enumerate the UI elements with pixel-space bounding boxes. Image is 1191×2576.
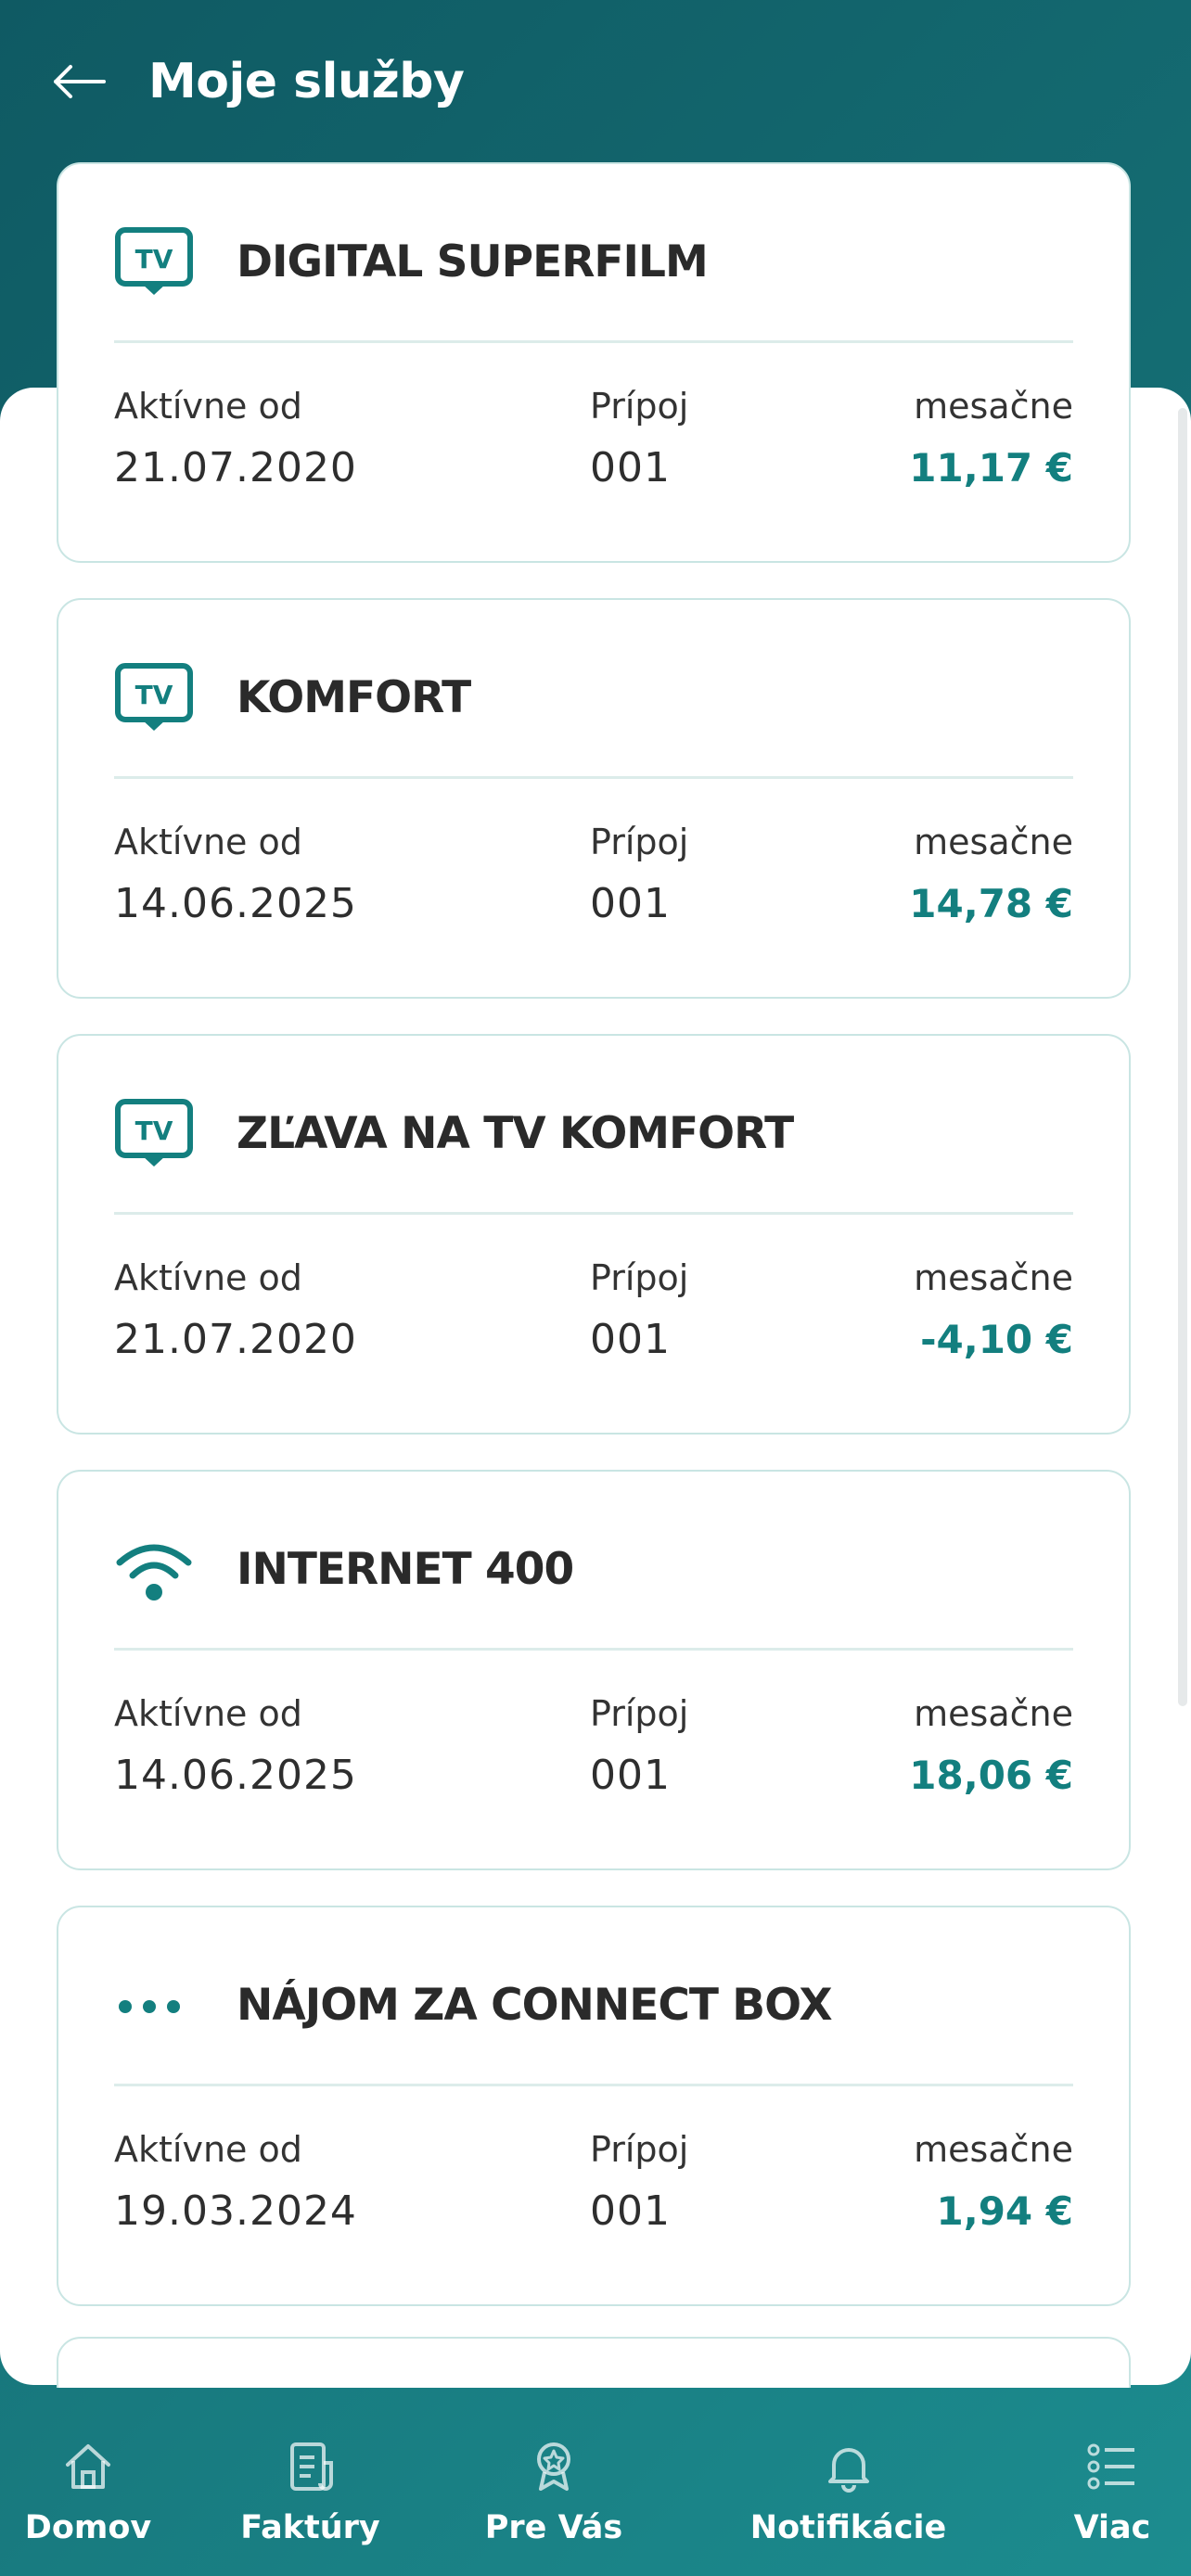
tv-icon: TV: [114, 1095, 194, 1175]
connection-value: 001: [590, 444, 671, 491]
nav-label: Pre Vás: [484, 2509, 623, 2546]
divider: [114, 1212, 1073, 1215]
monthly-price: -4,10 €: [920, 1317, 1073, 1362]
menu-list-icon: [1082, 2437, 1142, 2496]
nav-label: Domov: [24, 2509, 152, 2546]
tv-icon: TV: [114, 659, 194, 739]
tv-icon: TV: [114, 223, 194, 303]
award-icon: [524, 2437, 583, 2496]
monthly-price: 11,17 €: [909, 445, 1073, 491]
active-since-value: 14.06.2025: [114, 880, 357, 927]
nav-item-invoices[interactable]: Faktúry: [204, 2385, 417, 2576]
monthly-label: mesačne: [914, 386, 1073, 427]
monthly-price: 18,06 €: [909, 1753, 1073, 1798]
nav-item-notifications[interactable]: Notifikácie: [691, 2385, 1006, 2576]
service-name: DIGITAL SUPERFILM: [237, 236, 709, 287]
active-since-label: Aktívne od: [114, 1257, 302, 1298]
active-since-value: 19.03.2024: [114, 2187, 357, 2235]
active-since-label: Aktívne od: [114, 1693, 302, 1734]
monthly-label: mesačne: [914, 1693, 1073, 1734]
divider: [114, 2084, 1073, 2086]
services-list[interactable]: TV DIGITAL SUPERFILM Aktívne od 21.07.20…: [57, 162, 1133, 2388]
service-name: KOMFORT: [237, 672, 471, 723]
wifi-icon: [114, 1531, 194, 1611]
svg-text:TV: TV: [135, 680, 173, 710]
nav-item-home[interactable]: Domov: [0, 2385, 176, 2576]
nav-label: Viac: [1073, 2509, 1151, 2546]
active-since-value: 21.07.2020: [114, 444, 357, 491]
active-since-label: Aktívne od: [114, 822, 302, 862]
scrollbar[interactable]: [1178, 408, 1187, 1706]
active-since-value: 21.07.2020: [114, 1316, 357, 1363]
active-since-label: Aktívne od: [114, 2129, 302, 2170]
divider: [114, 1648, 1073, 1651]
nav-item-for-you[interactable]: Pre Vás: [444, 2385, 663, 2576]
active-since-value: 14.06.2025: [114, 1752, 357, 1799]
arrow-left-icon: [54, 65, 106, 98]
svg-text:TV: TV: [135, 244, 173, 274]
service-name: INTERNET 400: [237, 1544, 574, 1595]
monthly-price: 14,78 €: [909, 881, 1073, 926]
connection-label: Prípoj: [590, 1693, 689, 1734]
connection-label: Prípoj: [590, 386, 689, 427]
service-name: ZĽAVA NA TV KOMFORT: [237, 1108, 794, 1159]
monthly-label: mesačne: [914, 822, 1073, 862]
invoice-icon: [281, 2437, 340, 2496]
monthly-label: mesačne: [914, 1257, 1073, 1298]
bell-icon: [819, 2437, 878, 2496]
monthly-price: 1,94 €: [936, 2188, 1073, 2234]
service-name: NÁJOM ZA CONNECT BOX: [237, 1980, 833, 2031]
connection-label: Prípoj: [590, 2129, 689, 2170]
connection-label: Prípoj: [590, 822, 689, 862]
connection-value: 001: [590, 880, 671, 927]
service-card[interactable]: TV ZĽAVA NA TV KOMFORT Aktívne od 21.07.…: [57, 1034, 1131, 1435]
service-card-partial[interactable]: [57, 2337, 1131, 2388]
connection-label: Prípoj: [590, 1257, 689, 1298]
service-card[interactable]: NÁJOM ZA CONNECT BOX Aktívne od 19.03.20…: [57, 1906, 1131, 2306]
service-card[interactable]: TV KOMFORT Aktívne od 14.06.2025 Prípoj …: [57, 598, 1131, 999]
page-title: Moje služby: [148, 54, 465, 109]
app-header: Moje služby: [0, 0, 1191, 167]
connection-value: 001: [590, 2187, 671, 2235]
bottom-navigation: Domov Faktúry Pre Vás Notifikácie Viac: [0, 2385, 1191, 2576]
nav-item-more[interactable]: Viac: [1033, 2385, 1191, 2576]
active-since-label: Aktívne od: [114, 386, 302, 427]
service-card[interactable]: TV DIGITAL SUPERFILM Aktívne od 21.07.20…: [57, 162, 1131, 563]
divider: [114, 340, 1073, 343]
nav-label: Faktúry: [240, 2509, 380, 2546]
home-icon: [58, 2437, 118, 2496]
nav-label: Notifikácie: [749, 2509, 947, 2546]
connection-value: 001: [590, 1752, 671, 1799]
service-card[interactable]: INTERNET 400 Aktívne od 14.06.2025 Prípo…: [57, 1470, 1131, 1870]
more-dots-icon: [114, 1967, 194, 2047]
back-button[interactable]: [50, 52, 109, 111]
divider: [114, 776, 1073, 779]
monthly-label: mesačne: [914, 2129, 1073, 2170]
svg-text:TV: TV: [135, 1116, 173, 1146]
connection-value: 001: [590, 1316, 671, 1363]
